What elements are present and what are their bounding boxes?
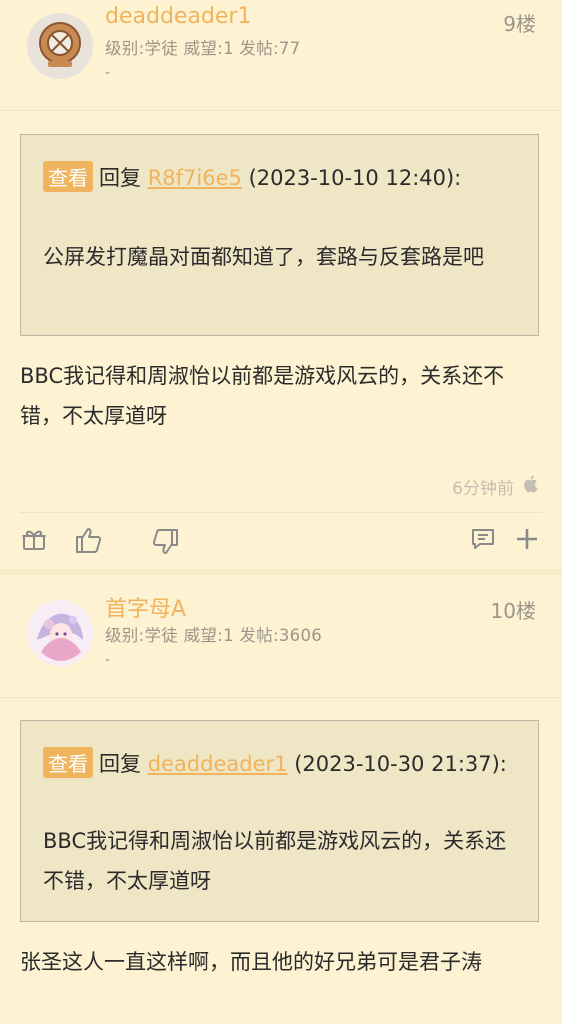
view-button[interactable]: 查看	[43, 161, 93, 192]
plus-icon[interactable]	[514, 526, 540, 552]
avatar[interactable]	[27, 13, 93, 79]
username[interactable]: deaddeader1	[105, 4, 251, 29]
post-header: 首字母A 级别:学徒 威望:1 发帖:3606 - 10楼	[0, 587, 562, 698]
quote-header: 查看 回复 R8f7i6e5 (2023-10-10 12:40):	[43, 161, 461, 192]
avatar[interactable]	[27, 600, 93, 666]
reply-user-link[interactable]: R8f7i6e5	[148, 166, 242, 190]
post-meta: 6分钟前	[452, 474, 540, 499]
user-info: 级别:学徒 威望:1 发帖:77	[105, 39, 301, 58]
user-signature: -	[105, 652, 111, 668]
post-content: BBC我记得和周淑怡以前都是游戏风云的，关系还不错，不太厚道呀	[20, 364, 505, 428]
post-separator	[0, 569, 562, 575]
quote-text: BBC我记得和周淑怡以前都是游戏风云的，关系还不错，不太厚道呀	[43, 829, 507, 893]
post-9: deaddeader1 级别:学徒 威望:1 发帖:77 - 9楼 查看 回复 R…	[0, 0, 562, 554]
post-content: 张圣这人一直这样啊，而且他的好兄弟可是君子涛	[20, 950, 482, 974]
user-signature: -	[105, 65, 111, 81]
view-button[interactable]: 查看	[43, 747, 93, 778]
reply-prefix: 回复	[99, 752, 141, 776]
post-header: deaddeader1 级别:学徒 威望:1 发帖:77 - 9楼	[0, 0, 562, 111]
reply-time: (2023-10-10 12:40):	[248, 166, 462, 190]
gift-icon[interactable]	[20, 525, 48, 553]
post-10: 首字母A 级别:学徒 威望:1 发帖:3606 - 10楼 查看 回复 deadd…	[0, 587, 562, 974]
thumbs-up-icon[interactable]	[74, 525, 104, 555]
username[interactable]: 首字母A	[105, 591, 186, 623]
quote-text: 公屏发打魔晶对面都知道了，套路与反套路是吧	[43, 245, 484, 269]
apple-icon	[522, 474, 540, 499]
floor-number: 9楼	[503, 12, 536, 36]
action-bar	[0, 513, 562, 569]
reply-prefix: 回复	[99, 166, 141, 190]
user-info: 级别:学徒 威望:1 发帖:3606	[105, 626, 323, 645]
reply-user-link[interactable]: deaddeader1	[148, 752, 288, 776]
comment-icon[interactable]	[470, 526, 496, 552]
quote-block: 查看 回复 R8f7i6e5 (2023-10-10 12:40): 公屏发打魔晶…	[20, 134, 539, 336]
quote-block: 查看 回复 deaddeader1 (2023-10-30 21:37): BBC…	[20, 720, 539, 922]
post-time: 6分钟前	[452, 479, 514, 499]
thumbs-down-icon[interactable]	[150, 527, 180, 557]
quote-header: 查看 回复 deaddeader1 (2023-10-30 21:37):	[43, 747, 507, 778]
reply-time: (2023-10-30 21:37):	[294, 752, 507, 776]
floor-number: 10楼	[490, 599, 536, 623]
